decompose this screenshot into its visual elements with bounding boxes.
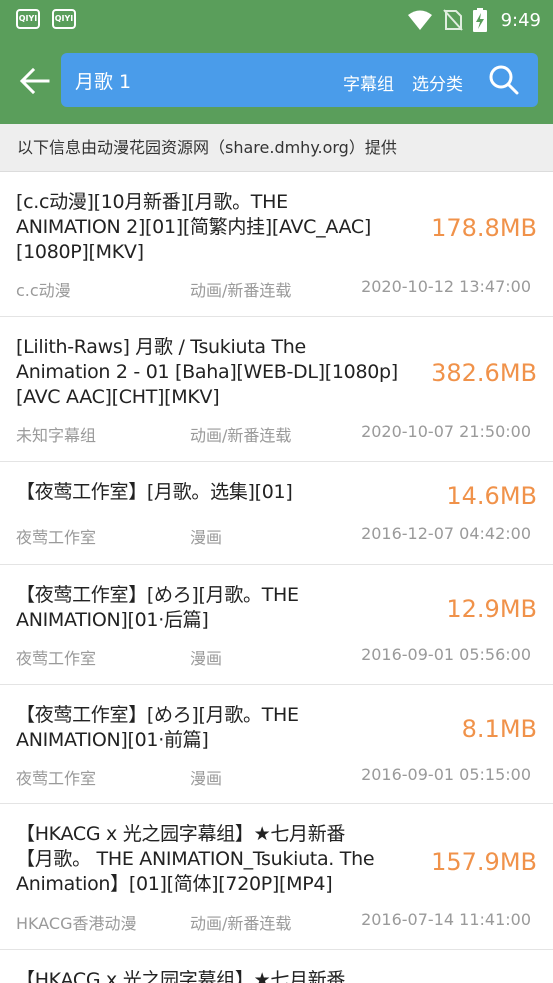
item-date: 2016-12-07 04:42:00 [361,524,531,543]
item-group: 夜莺工作室 [16,528,97,547]
item-category: 漫画 [190,649,223,668]
list-item[interactable]: 【HKACG x 光之园字幕组】★七月新番 [0,950,553,983]
item-date: 2020-10-07 21:50:00 [361,422,531,441]
source-info: 以下信息由动漫花园资源网（share.dmhy.org）提供 [0,124,553,172]
clock: 9:49 [500,9,541,31]
search-box: 字幕组 选分类 [61,53,538,107]
list-item[interactable]: 【HKACG x 光之园字幕组】★七月新番 【月歌。 THE ANIMATION… [0,804,553,950]
search-icon [489,65,519,95]
category-filter[interactable]: 选分类 [412,70,463,95]
battery-charging-icon [472,8,487,32]
item-size: 12.9MB [446,595,537,623]
app-bar: 字幕组 选分类 [0,40,553,124]
search-input[interactable] [75,53,325,107]
item-group: 夜莺工作室 [16,649,97,668]
results-list: [c.c动漫][10月新番][月歌。THE ANIMATION 2][01][简… [0,172,553,983]
item-size: 178.8MB [431,214,537,242]
item-date: 2016-09-01 05:56:00 [361,645,531,664]
list-item[interactable]: 【夜莺工作室】[月歌。选集][01] 14.6MB 夜莺工作室 漫画 2016-… [0,462,553,565]
back-button[interactable] [18,66,52,96]
item-category: 动画/新番连载 [190,426,292,445]
item-title: 【HKACG x 光之园字幕组】★七月新番 [16,969,346,983]
no-sim-icon [442,9,463,31]
subtitle-group-filter[interactable]: 字幕组 [343,70,394,95]
item-category: 动画/新番连载 [190,914,292,933]
wifi-icon [407,10,432,30]
list-item[interactable]: [c.c动漫][10月新番][月歌。THE ANIMATION 2][01][简… [0,172,553,317]
item-title: [Lilith-Raws] 月歌 / Tsukiuta The Animatio… [16,336,398,408]
item-category: 漫画 [190,528,223,547]
item-group: c.c动漫 [16,281,71,300]
list-item[interactable]: [Lilith-Raws] 月歌 / Tsukiuta The Animatio… [0,317,553,462]
arrow-left-icon [19,67,50,95]
item-size: 157.9MB [431,848,537,876]
item-group: HKACG香港动漫 [16,914,137,933]
item-title: 【夜莺工作室】[めろ][月歌。THE ANIMATION][01·前篇] [16,704,299,751]
item-size: 14.6MB [446,482,537,510]
list-item[interactable]: 【夜莺工作室】[めろ][月歌。THE ANIMATION][01·前篇] 8.1… [0,685,553,804]
item-date: 2016-09-01 05:15:00 [361,765,531,784]
iqiyi-notification-icon: QIYI [52,9,76,29]
item-date: 2016-07-14 11:41:00 [361,910,531,929]
item-title: 【HKACG x 光之园字幕组】★七月新番 【月歌。 THE ANIMATION… [16,823,375,895]
item-date: 2020-10-12 13:47:00 [361,277,531,296]
search-button[interactable] [488,64,520,96]
status-icons: 9:49 [407,0,541,40]
item-title: 【夜莺工作室】[めろ][月歌。THE ANIMATION][01·后篇] [16,584,299,631]
iqiyi-notification-icon: QIYI [16,9,40,29]
item-size: 382.6MB [431,359,537,387]
status-bar: QIYI QIYI 9:49 [0,0,553,40]
item-group: 未知字幕组 [16,426,97,445]
item-category: 动画/新番连载 [190,281,292,300]
item-title: 【夜莺工作室】[月歌。选集][01] [16,481,293,503]
item-group: 夜莺工作室 [16,769,97,788]
item-title: [c.c动漫][10月新番][月歌。THE ANIMATION 2][01][简… [16,191,372,263]
list-item[interactable]: 【夜莺工作室】[めろ][月歌。THE ANIMATION][01·后篇] 12.… [0,565,553,685]
item-size: 8.1MB [461,715,537,743]
item-category: 漫画 [190,769,223,788]
